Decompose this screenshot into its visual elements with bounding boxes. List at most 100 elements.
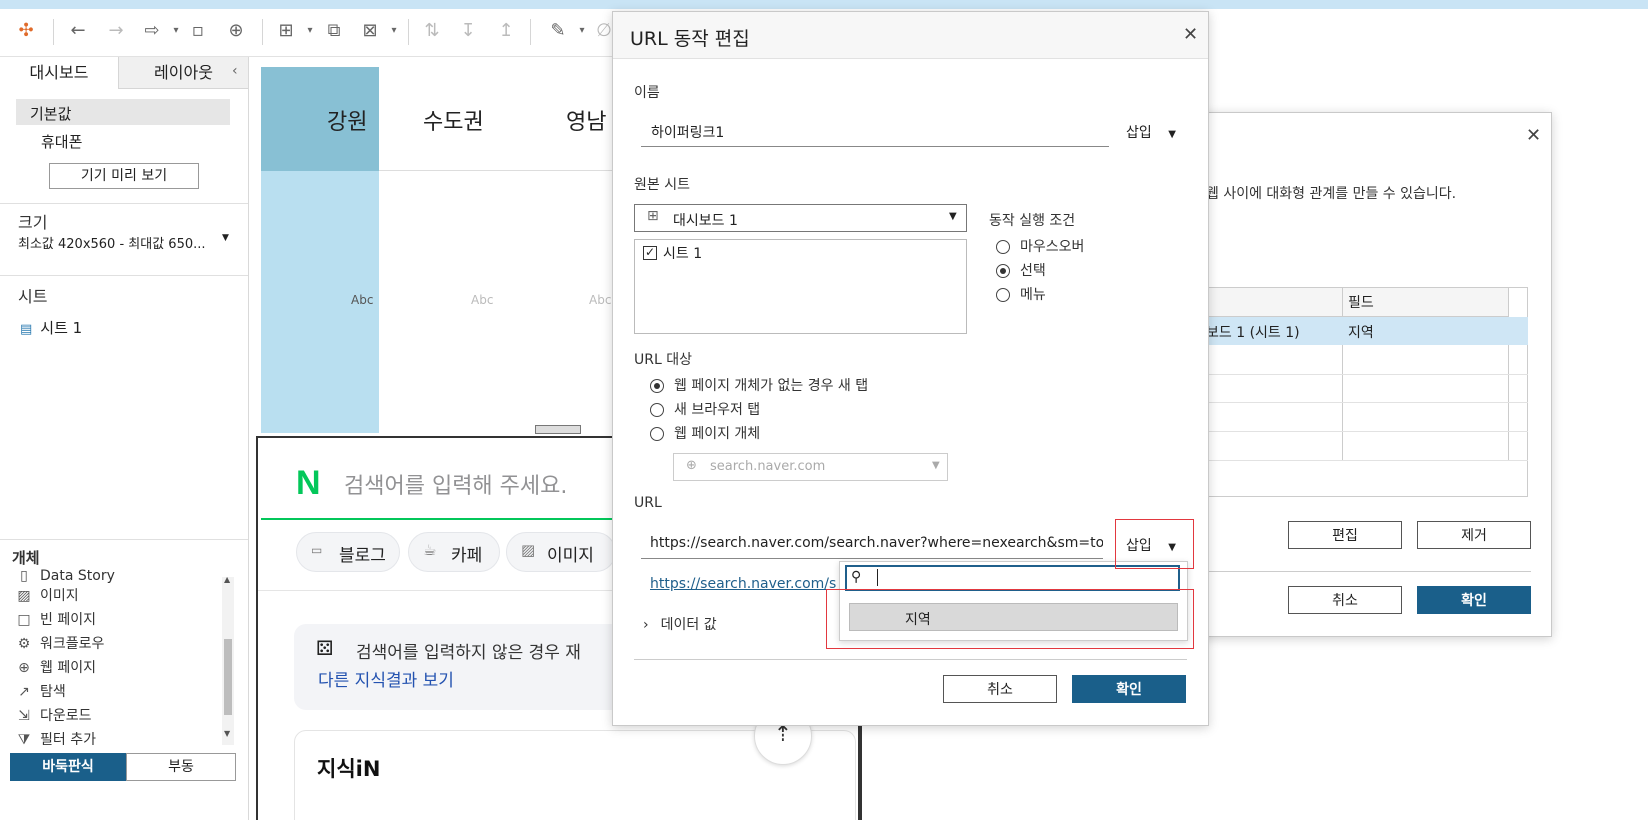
resize-handle[interactable]: [535, 425, 581, 434]
size-dropdown[interactable]: 최소값 420x560 - 최대값 650... ▼: [18, 233, 230, 252]
toolbar-divider: [262, 19, 263, 45]
viz-header-capital[interactable]: 수도권: [423, 104, 484, 136]
tab-layout[interactable]: 레이아웃: [118, 57, 248, 89]
objects-scrollbar[interactable]: ▲ ▼: [222, 575, 234, 745]
device-phone-item[interactable]: 휴대폰: [41, 131, 82, 152]
object-data-story[interactable]: ▯ Data Story: [16, 565, 115, 587]
device-preview-button[interactable]: 기기 미리 보기: [49, 163, 199, 189]
chip-image[interactable]: ▨ 이미지: [506, 532, 616, 572]
viz-header-yeongnam[interactable]: 영남: [566, 104, 606, 136]
sheet-item[interactable]: ▤ 시트 1: [20, 317, 82, 338]
object-image[interactable]: ▨ 이미지: [16, 585, 78, 607]
swap-icon[interactable]: ⇅: [420, 19, 444, 43]
viz-header-gangwon[interactable]: 강원: [327, 104, 367, 136]
url-cancel-button[interactable]: 취소: [943, 675, 1057, 703]
device-default-item[interactable]: 기본값: [16, 99, 230, 125]
url-label: URL: [634, 495, 662, 511]
row-divider: [1206, 460, 1528, 461]
divider: [0, 539, 248, 540]
objects-list: ▯ Data Story ▨ 이미지 □ 빈 페이지 ⚙ 워크플로우 ⊕ 웹 페이지 ↗ 탐…: [0, 565, 222, 745]
run-mouseover-radio[interactable]: [996, 240, 1010, 254]
new-datasource-icon[interactable]: ⊕: [224, 19, 248, 43]
viz-cell[interactable]: Abc: [471, 293, 493, 307]
source-sheet-select[interactable]: ⊞ 대시보드 1 ▼: [634, 204, 967, 232]
data-values-expander[interactable]: › 데이터 값: [643, 614, 717, 634]
collapse-panel-icon[interactable]: ‹: [232, 63, 238, 79]
url-target-label: URL 대상: [634, 352, 692, 368]
close-icon[interactable]: ✕: [1526, 125, 1541, 146]
name-insert-dropdown[interactable]: 삽입 ▼: [1126, 122, 1176, 142]
row-divider: [1206, 374, 1528, 375]
url-input[interactable]: https://search.naver.com/search.naver?wh…: [641, 530, 1103, 559]
sheet-checkbox[interactable]: ✓: [643, 246, 657, 260]
remove-button[interactable]: 제거: [1417, 521, 1531, 549]
duplicate-icon[interactable]: ⧉: [322, 19, 346, 43]
scrollbar-thumb[interactable]: [224, 639, 232, 715]
naver-search-input[interactable]: 검색어를 입력해 주세요.: [344, 468, 567, 500]
object-navigation[interactable]: ↗ 탐색: [16, 681, 66, 703]
name-input[interactable]: 하이퍼링크1: [641, 118, 1109, 147]
actions-table: 필드 보드 1 (시트 1) 지역: [1206, 287, 1528, 497]
notice-link[interactable]: 다른 지식결과 보기: [318, 666, 454, 691]
image-icon: ▨: [17, 588, 31, 604]
highlight-field-option: [826, 589, 1194, 649]
layout-tiled-button[interactable]: 바둑판식: [10, 753, 126, 781]
save-icon[interactable]: ▫: [186, 19, 210, 43]
dashboard-icon: ⊞: [647, 208, 659, 224]
run-menu-radio[interactable]: [996, 288, 1010, 302]
filter-icon: ⧩: [17, 732, 31, 745]
viz-cell[interactable]: Abc: [351, 293, 373, 307]
object-workflow[interactable]: ⚙ 워크플로우: [16, 633, 105, 655]
chip-blog[interactable]: ▭ 블로그: [296, 532, 400, 572]
row-divider: [1206, 402, 1528, 403]
search-icon: ⚲: [851, 569, 862, 585]
object-download[interactable]: ⇲ 다운로드: [16, 705, 91, 727]
chevron-down-icon[interactable]: ▾: [164, 19, 188, 43]
run-select-radio[interactable]: [996, 264, 1010, 278]
toolbar: ✣ ← → ⇨ ▾ ▫ ⊕ ⊞ ▾ ⧉ ⊠ ▾ ⇅ ↧ ↥ ✎ ▾ ∅: [0, 9, 640, 57]
close-icon[interactable]: ✕: [1183, 24, 1198, 45]
tab-dashboard[interactable]: 대시보드: [0, 57, 118, 91]
dialog-title: URL 동작 편집: [630, 28, 750, 50]
navigation-icon: ↗: [18, 684, 30, 700]
redo-icon[interactable]: →: [104, 19, 128, 43]
url-preview-link[interactable]: https://search.naver.com/s: [650, 576, 836, 592]
undo-icon[interactable]: ←: [66, 19, 90, 43]
cafe-icon: ☕: [423, 541, 437, 559]
table-row[interactable]: 보드 1 (시트 1) 지역: [1206, 317, 1528, 345]
url-ok-button[interactable]: 확인: [1072, 675, 1186, 703]
actions-ok-button[interactable]: 확인: [1417, 586, 1531, 614]
object-add-filter[interactable]: ⧩ 필터 추가: [16, 729, 96, 745]
dashboard-side-panel: 대시보드 레이아웃 ‹ 기본값 휴대폰 기기 미리 보기 크기 최소값 420x…: [0, 57, 249, 820]
run-condition-label: 동작 실행 조건: [989, 213, 1076, 229]
replay-icon[interactable]: ⇨: [140, 19, 164, 43]
worksheet-icon: ▤: [20, 322, 33, 337]
header-divider: [379, 170, 619, 171]
tableau-logo-icon[interactable]: ✣: [14, 19, 38, 43]
edit-button[interactable]: 편집: [1288, 521, 1402, 549]
sheet-item-label: 시트 1: [40, 319, 83, 337]
clear-sheet-icon[interactable]: ⊠: [358, 19, 382, 43]
chevron-down-icon[interactable]: ▾: [298, 19, 322, 43]
new-sheet-icon[interactable]: ⊞: [274, 19, 298, 43]
scroll-down-icon[interactable]: ▼: [224, 729, 230, 738]
sort-descending-icon[interactable]: ↥: [494, 19, 518, 43]
target-new-browser-tab-radio[interactable]: [650, 403, 664, 417]
kin-title: 지식iN: [317, 757, 381, 781]
scroll-up-icon[interactable]: ▲: [224, 575, 230, 584]
actions-cancel-button[interactable]: 취소: [1288, 586, 1402, 614]
chevron-down-icon[interactable]: ▾: [570, 19, 594, 43]
target-web-object-radio[interactable]: [650, 427, 664, 441]
object-blank[interactable]: □ 빈 페이지: [16, 609, 96, 631]
target-new-tab-if-none-radio[interactable]: [650, 379, 664, 393]
layout-floating-button[interactable]: 부동: [126, 753, 236, 781]
viz-cell[interactable]: Abc: [589, 293, 611, 307]
web-object-select[interactable]: ⊕ search.naver.com ▼: [673, 453, 948, 481]
chevron-down-icon[interactable]: ▾: [382, 19, 406, 43]
workflow-icon: ⚙: [17, 636, 31, 652]
highlight-icon[interactable]: ✎: [546, 19, 570, 43]
sort-ascending-icon[interactable]: ↧: [456, 19, 480, 43]
chip-cafe[interactable]: ☕ 카페: [408, 532, 500, 572]
object-web-page[interactable]: ⊕ 웹 페이지: [16, 657, 96, 679]
divider: [1206, 571, 1531, 572]
